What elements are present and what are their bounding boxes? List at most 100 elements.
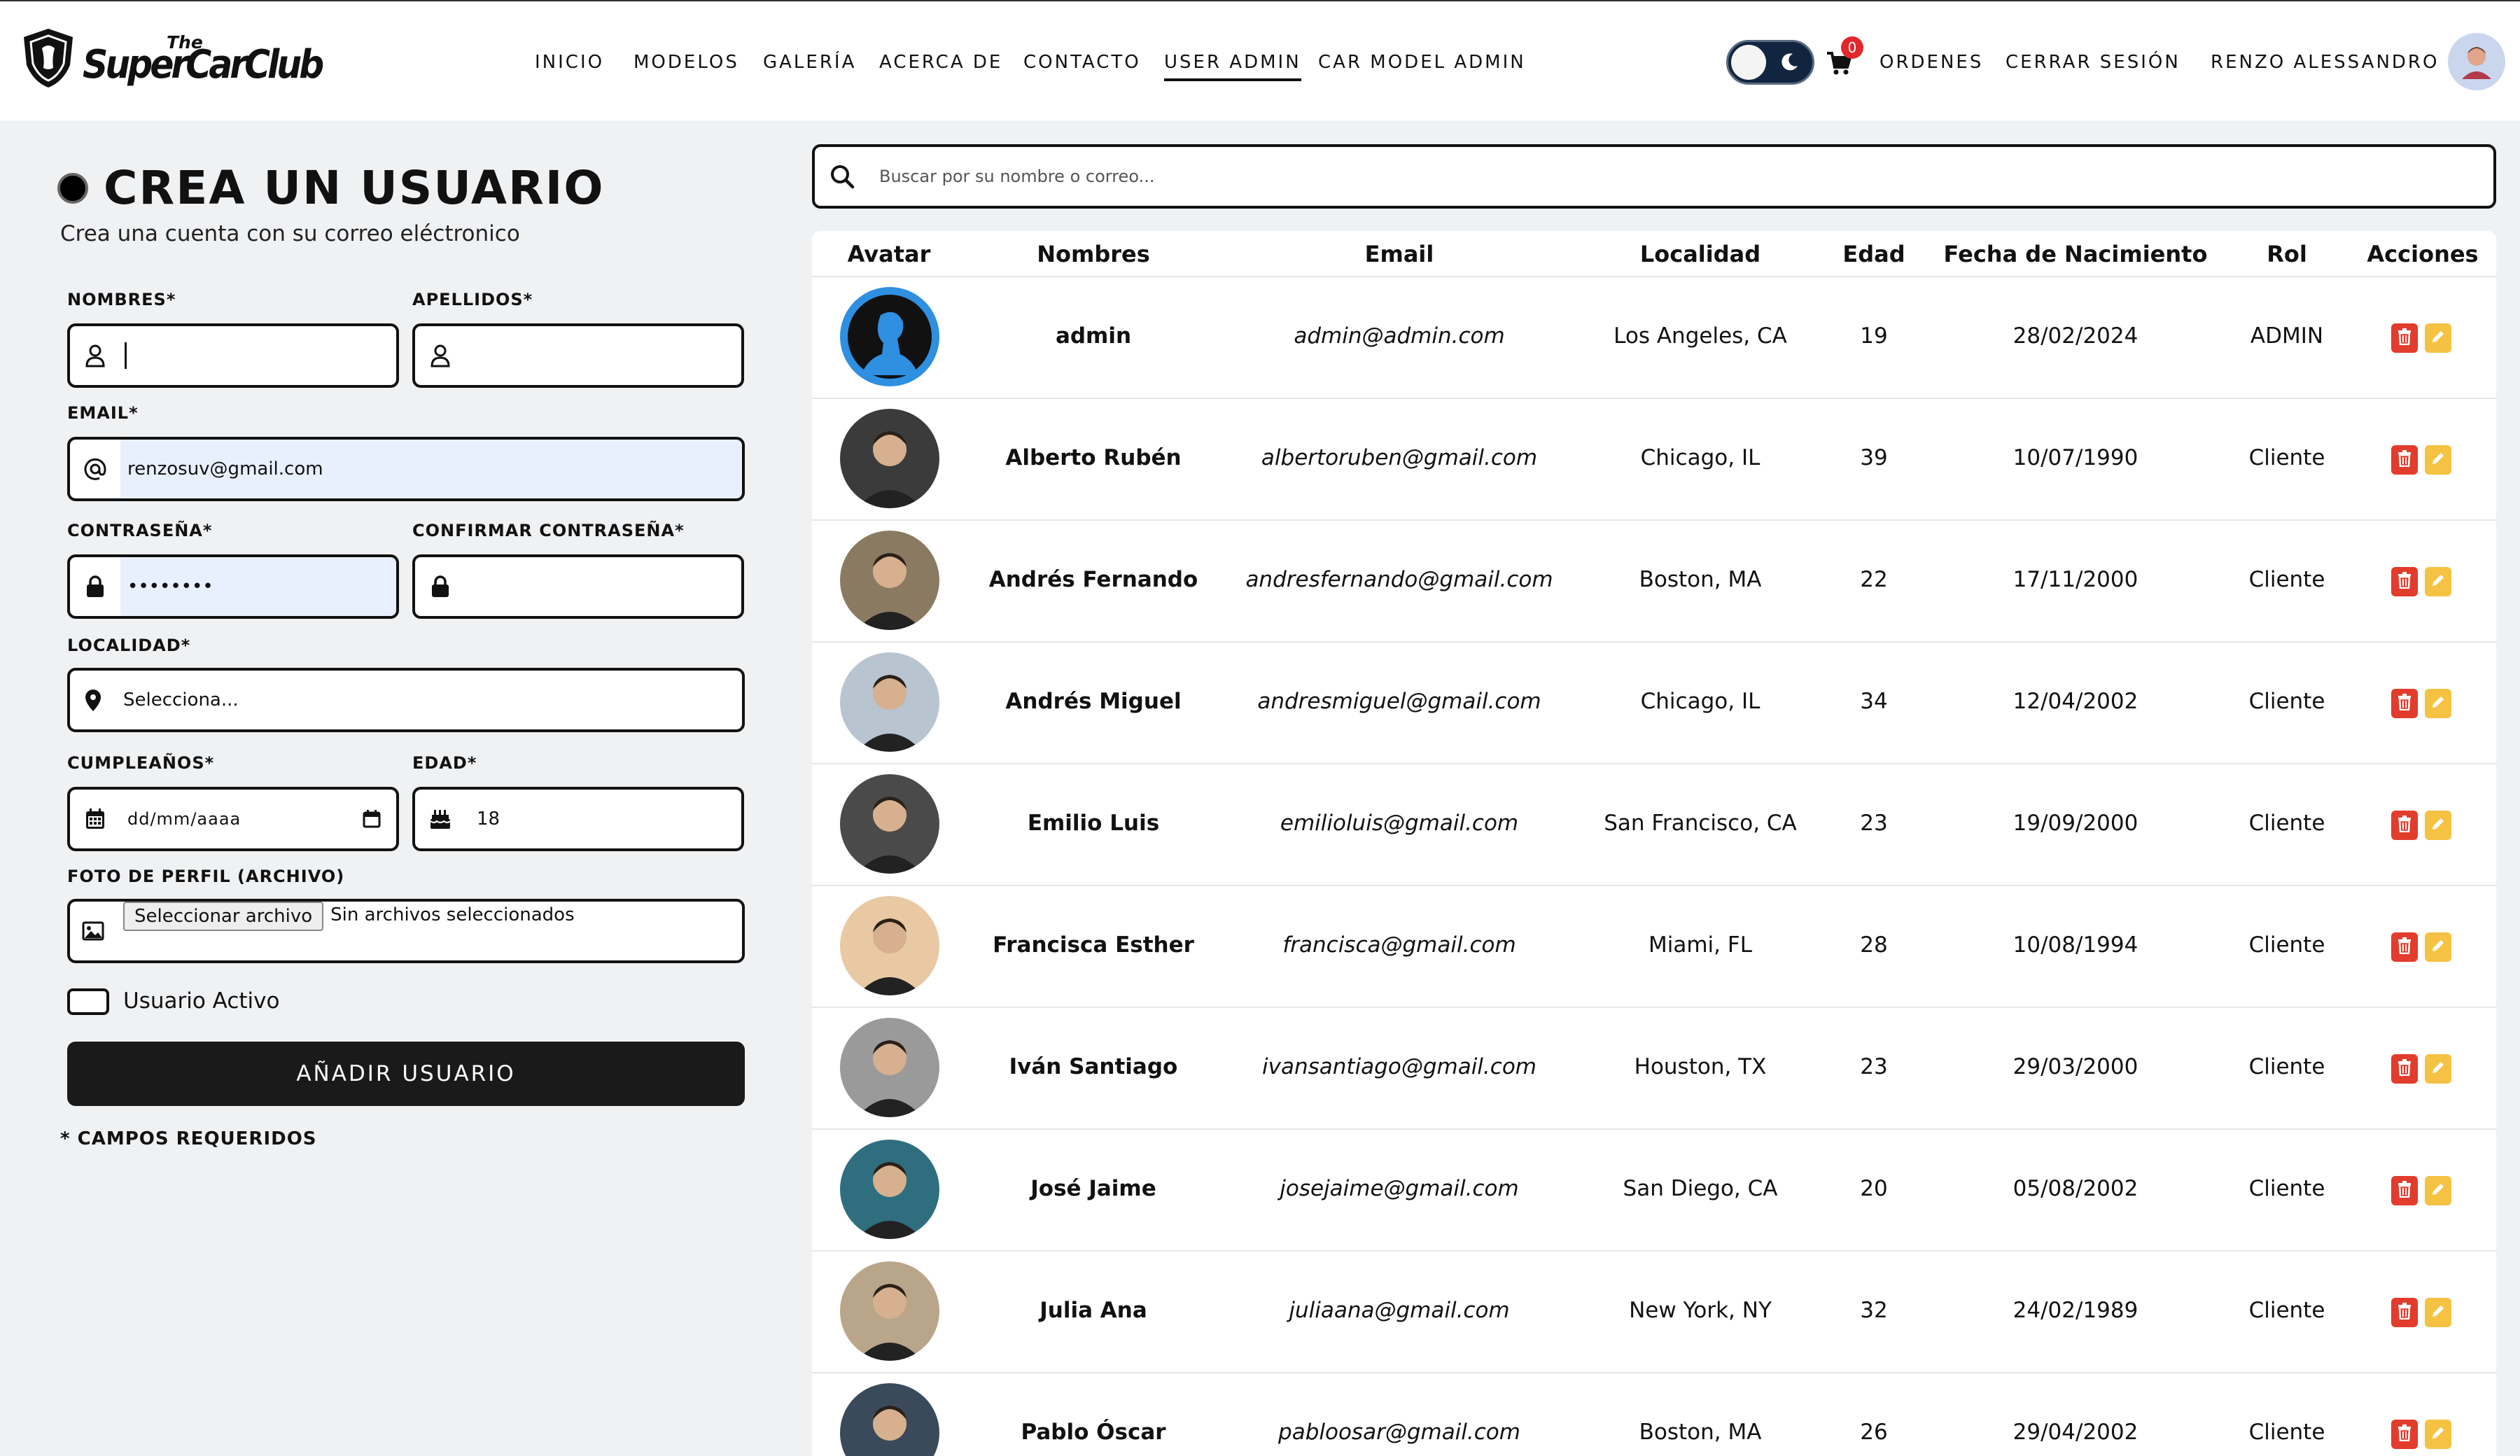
row-name: Andrés Fernando — [988, 567, 1198, 592]
delete-button[interactable] — [2391, 932, 2418, 962]
edit-button[interactable] — [2425, 445, 2451, 475]
edit-button[interactable] — [2425, 1420, 2451, 1449]
edit-button[interactable] — [2425, 932, 2451, 962]
pencil-icon — [2430, 1182, 2446, 1200]
edit-button[interactable] — [2425, 1298, 2451, 1327]
avatar-portrait-icon — [840, 1383, 939, 1456]
trash-icon — [2398, 450, 2412, 470]
row-birthdate: 10/08/1994 — [2012, 932, 2138, 958]
localidad-label: LOCALIDAD* — [67, 636, 191, 655]
pencil-icon — [2430, 938, 2446, 956]
calendar-picker-icon[interactable] — [363, 809, 381, 829]
row-role: Cliente — [2248, 1176, 2325, 1201]
pencil-icon — [2430, 451, 2446, 469]
trash-icon — [2398, 1303, 2412, 1322]
trash-icon — [2398, 572, 2412, 592]
search-icon — [815, 164, 869, 189]
nav-inicio[interactable]: INICIO — [535, 52, 604, 73]
theme-toggle[interactable] — [1726, 40, 1814, 85]
row-location: San Diego, CA — [1623, 1176, 1778, 1201]
row-age: 39 — [1860, 445, 1888, 470]
delete-button[interactable] — [2391, 811, 2418, 840]
birthday-field[interactable]: dd/mm/aaaa — [67, 787, 399, 851]
edit-button[interactable] — [2425, 1176, 2451, 1205]
search-placeholder: Buscar por su nombre o correo... — [879, 167, 1155, 186]
table-row: admin admin@admin.com Los Angeles, CA 19 28/… — [812, 277, 2496, 399]
edit-button[interactable] — [2425, 689, 2451, 718]
password-value: •••••••• — [127, 576, 214, 597]
brand-logo[interactable]: The SuperCarClub — [21, 27, 324, 90]
edad-field[interactable]: 18 — [412, 787, 744, 851]
row-name: Iván Santiago — [1009, 1054, 1178, 1079]
choose-file-button[interactable]: Seleccionar archivo — [123, 902, 324, 931]
delete-button[interactable] — [2391, 323, 2418, 353]
shield-logo-icon — [24, 29, 73, 88]
delete-button[interactable] — [2391, 1054, 2418, 1084]
row-name: admin — [1055, 323, 1132, 349]
password-field[interactable]: •••••••• — [67, 554, 399, 619]
trash-icon — [2398, 328, 2412, 348]
confirm-password-field[interactable] — [412, 554, 744, 619]
row-age: 20 — [1860, 1176, 1888, 1201]
nav-user-name[interactable]: RENZO ALESSANDRO — [2211, 52, 2439, 73]
search-input[interactable]: Buscar por su nombre o correo... — [812, 144, 2496, 209]
edit-button[interactable] — [2425, 567, 2451, 596]
nombres-field[interactable] — [67, 323, 399, 388]
trash-icon — [2398, 816, 2412, 835]
user-icon — [415, 326, 465, 385]
row-age: 34 — [1860, 689, 1888, 714]
delete-button[interactable] — [2391, 689, 2418, 718]
nav-acerca-de[interactable]: ACERCA DE — [879, 52, 1002, 73]
add-user-button[interactable]: AÑADIR USUARIO — [67, 1042, 745, 1106]
pencil-icon — [2430, 1303, 2446, 1322]
cumpleanos-label: CUMPLEAÑOS* — [67, 753, 215, 773]
delete-button[interactable] — [2391, 567, 2418, 596]
usuario-activo-checkbox[interactable] — [67, 988, 109, 1015]
pencil-icon — [2430, 573, 2446, 591]
row-email: andresfernando@gmail.com — [1245, 567, 1553, 592]
password-label: CONTRASEÑA* — [67, 521, 213, 540]
user-avatar-image — [840, 774, 939, 874]
pencil-icon — [2430, 1060, 2446, 1078]
delete-button[interactable] — [2391, 1420, 2418, 1449]
row-role: ADMIN — [2250, 323, 2324, 349]
nav-modelos[interactable]: MODELOS — [634, 52, 739, 73]
edit-button[interactable] — [2425, 811, 2451, 840]
table-row: Pablo Óscar pabloosar@gmail.com Boston, MA… — [812, 1373, 2496, 1456]
profile-photo-field[interactable]: Seleccionar archivo Sin archivos selecci… — [67, 899, 745, 963]
create-user-form: CREA UN USUARIO Crea una cuenta con su c… — [0, 120, 805, 1456]
nav-galeria[interactable]: GALERÍA — [763, 52, 856, 73]
nav-user-admin[interactable]: USER ADMIN — [1164, 52, 1301, 81]
edit-button[interactable] — [2425, 323, 2451, 353]
edit-button[interactable] — [2425, 1054, 2451, 1084]
localidad-select[interactable]: Selecciona... — [67, 668, 745, 732]
col-rol: Rol — [2267, 241, 2307, 267]
user-avatar-image — [840, 531, 939, 630]
form-title: CREA UN USUARIO — [57, 161, 604, 215]
row-role: Cliente — [2248, 689, 2325, 714]
row-age: 26 — [1860, 1420, 1888, 1445]
delete-button[interactable] — [2391, 1298, 2418, 1327]
row-birthdate: 10/07/1990 — [2012, 445, 2138, 470]
delete-button[interactable] — [2391, 445, 2418, 475]
delete-button[interactable] — [2391, 1176, 2418, 1205]
nav-ordenes[interactable]: ORDENES — [1879, 52, 1983, 73]
email-field[interactable]: renzosuv@gmail.com — [67, 437, 745, 501]
table-row: Francisca Esther francisca@gmail.com Miami… — [812, 886, 2496, 1008]
nav-contacto[interactable]: CONTACTO — [1023, 52, 1141, 73]
table-row: Andrés Miguel andresmiguel@gmail.com Chica… — [812, 643, 2496, 764]
required-fields-note: * CAMPOS REQUERIDOS — [60, 1128, 317, 1149]
nombres-label: NOMBRES* — [67, 290, 176, 309]
table-header: Avatar Nombres Email Localidad Edad Fech… — [812, 231, 2496, 277]
row-name: José Jaime — [1030, 1176, 1156, 1201]
apellidos-field[interactable] — [412, 323, 744, 388]
nav-car-model-admin[interactable]: CAR MODEL ADMIN — [1318, 52, 1526, 73]
user-avatar[interactable] — [2448, 33, 2505, 90]
at-icon — [70, 440, 120, 498]
image-icon — [70, 902, 116, 960]
nav-cerrar-sesion[interactable]: CERRAR SESIÓN — [2005, 52, 2180, 73]
row-name: Francisca Esther — [993, 932, 1194, 958]
row-age: 28 — [1860, 932, 1888, 958]
avatar-portrait-icon — [840, 531, 939, 630]
cart-count-badge: 0 — [1841, 36, 1863, 59]
